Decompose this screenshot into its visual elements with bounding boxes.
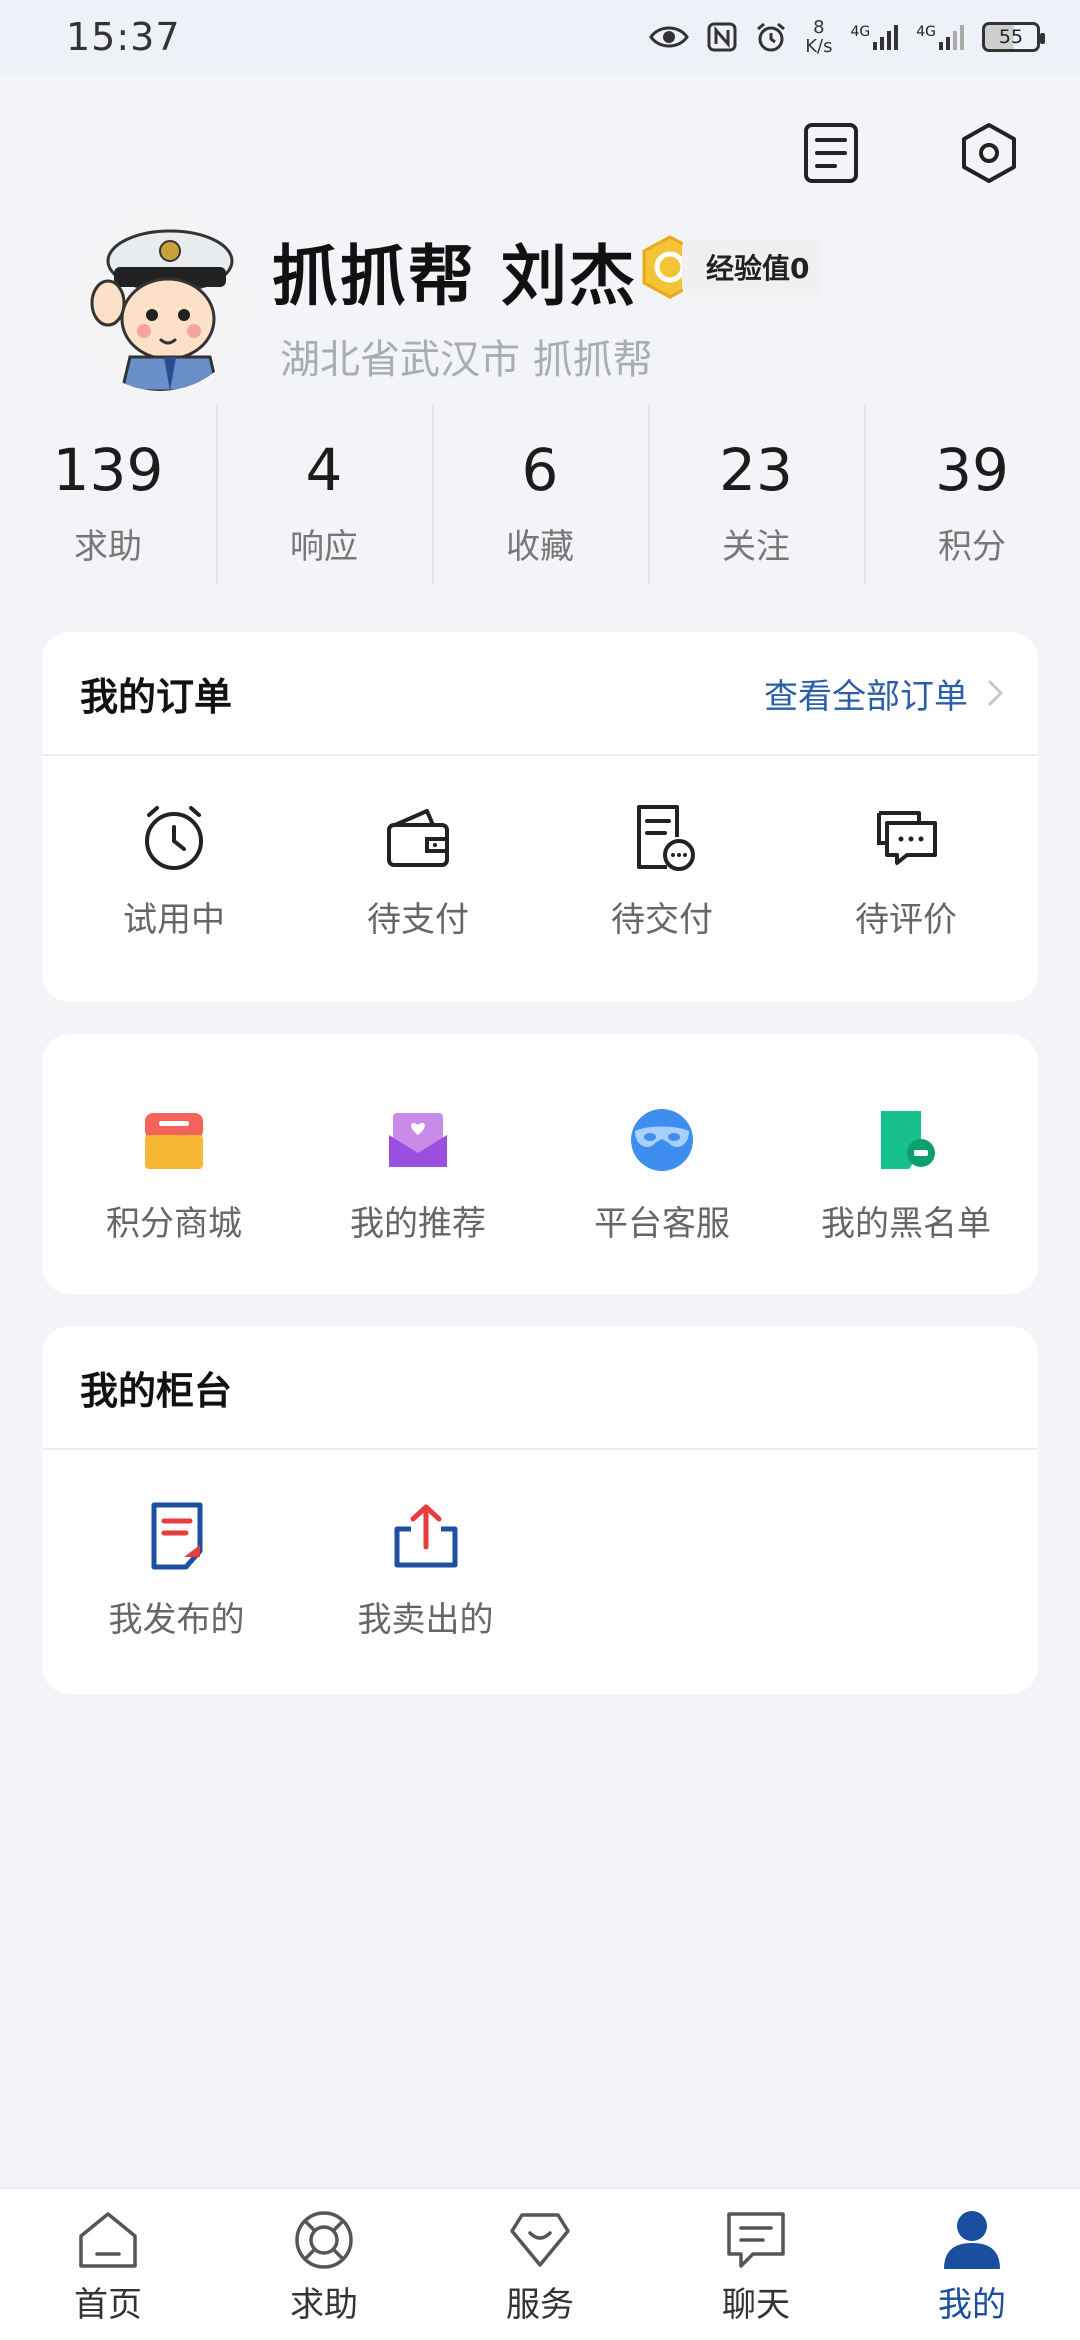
my-blacklist[interactable]: 我的黑名单 — [784, 1100, 1028, 1245]
document-icon[interactable] — [798, 120, 864, 186]
exp-label: 经验值0 — [682, 239, 822, 295]
header-actions — [798, 120, 1022, 186]
battery-icon: 55 — [982, 22, 1045, 52]
eye-icon — [649, 26, 690, 48]
person-icon — [937, 2205, 1007, 2275]
order-pending-payment[interactable]: 待支付 — [296, 798, 540, 941]
order-trial[interactable]: 试用中 — [52, 798, 296, 941]
publish-icon — [137, 1496, 217, 1576]
counter-card: 我的柜台 我发布的 我卖出的 — [42, 1326, 1038, 1694]
blacklist-icon — [866, 1100, 946, 1180]
settings-hexagon-icon[interactable] — [956, 120, 1022, 186]
counter-title: 我的柜台 — [80, 1368, 233, 1413]
stat-favorites[interactable]: 6 收藏 — [432, 405, 648, 585]
order-pending-delivery[interactable]: 待交付 — [540, 798, 784, 941]
bottom-tab-bar: 首页 求助 服务 聊天 我的 — [0, 2187, 1080, 2340]
services-card: 积分商城 我的推荐 平台客服 我的黑名单 — [42, 1034, 1038, 1294]
stat-response[interactable]: 4 响应 — [216, 405, 432, 585]
shop-icon — [134, 1100, 214, 1180]
stat-help[interactable]: 139 求助 — [0, 405, 216, 585]
tab-chat[interactable]: 聊天 — [648, 2189, 864, 2340]
services-grid: 积分商城 我的推荐 平台客服 我的黑名单 — [42, 1034, 1038, 1245]
customer-service[interactable]: 平台客服 — [540, 1100, 784, 1245]
wallet-icon — [378, 798, 458, 878]
clock-icon — [134, 798, 214, 878]
orders-card: 我的订单 查看全部订单 试用中 待支付 待交付 待评价 — [42, 632, 1038, 1002]
view-all-orders-link[interactable]: 查看全部订单 — [764, 669, 1004, 718]
heart-envelope-icon — [378, 1100, 458, 1180]
stat-following[interactable]: 23 关注 — [648, 405, 864, 585]
mask-icon — [622, 1100, 702, 1180]
user-name: 抓抓帮 刘杰 — [272, 238, 637, 315]
network-speed: 8 K/s — [805, 17, 833, 57]
orders-header: 我的订单 查看全部订单 — [42, 632, 1038, 756]
counter-header: 我的柜台 — [42, 1326, 1038, 1450]
nfc-icon — [707, 22, 737, 52]
orders-title: 我的订单 — [80, 674, 233, 719]
service-icon — [505, 2205, 575, 2275]
my-sold[interactable]: 我卖出的 — [301, 1496, 550, 1641]
share-upload-icon — [386, 1496, 466, 1576]
signal-icon: 4G — [916, 24, 964, 50]
chat-bubbles-icon — [866, 798, 946, 878]
order-pending-review[interactable]: 待评价 — [784, 798, 1028, 941]
lifebuoy-icon — [289, 2205, 359, 2275]
exp-badge: 经验值0 — [640, 235, 822, 299]
tab-service[interactable]: 服务 — [432, 2189, 648, 2340]
status-time: 15:37 — [66, 15, 181, 59]
counter-grid: 我发布的 我卖出的 — [42, 1450, 1038, 1641]
points-mall[interactable]: 积分商城 — [52, 1100, 296, 1245]
document-pending-icon — [622, 798, 702, 878]
chevron-right-icon — [987, 679, 1004, 707]
orders-grid: 试用中 待支付 待交付 待评价 — [42, 756, 1038, 941]
user-location: 湖北省武汉市 抓抓帮 — [280, 337, 653, 383]
status-icons: 8 K/s 4G 4G 55 — [649, 17, 1045, 57]
tab-mine[interactable]: 我的 — [864, 2189, 1080, 2340]
stat-points[interactable]: 39 积分 — [864, 405, 1080, 585]
status-bar: 15:37 8 K/s 4G 4G 55 — [0, 0, 1080, 74]
tab-help[interactable]: 求助 — [216, 2189, 432, 2340]
profile-header: 抓抓帮 刘杰 经验值0 湖北省武汉市 抓抓帮 — [72, 215, 1022, 395]
stats-row: 139 求助 4 响应 6 收藏 23 关注 39 积分 — [0, 405, 1080, 585]
alarm-icon — [757, 22, 786, 52]
my-published[interactable]: 我发布的 — [52, 1496, 301, 1641]
chat-icon — [721, 2205, 791, 2275]
home-icon — [73, 2205, 143, 2275]
tab-home[interactable]: 首页 — [0, 2189, 216, 2340]
avatar[interactable] — [72, 215, 248, 391]
signal-icon: 4G — [850, 24, 899, 50]
my-recommend[interactable]: 我的推荐 — [296, 1100, 540, 1245]
